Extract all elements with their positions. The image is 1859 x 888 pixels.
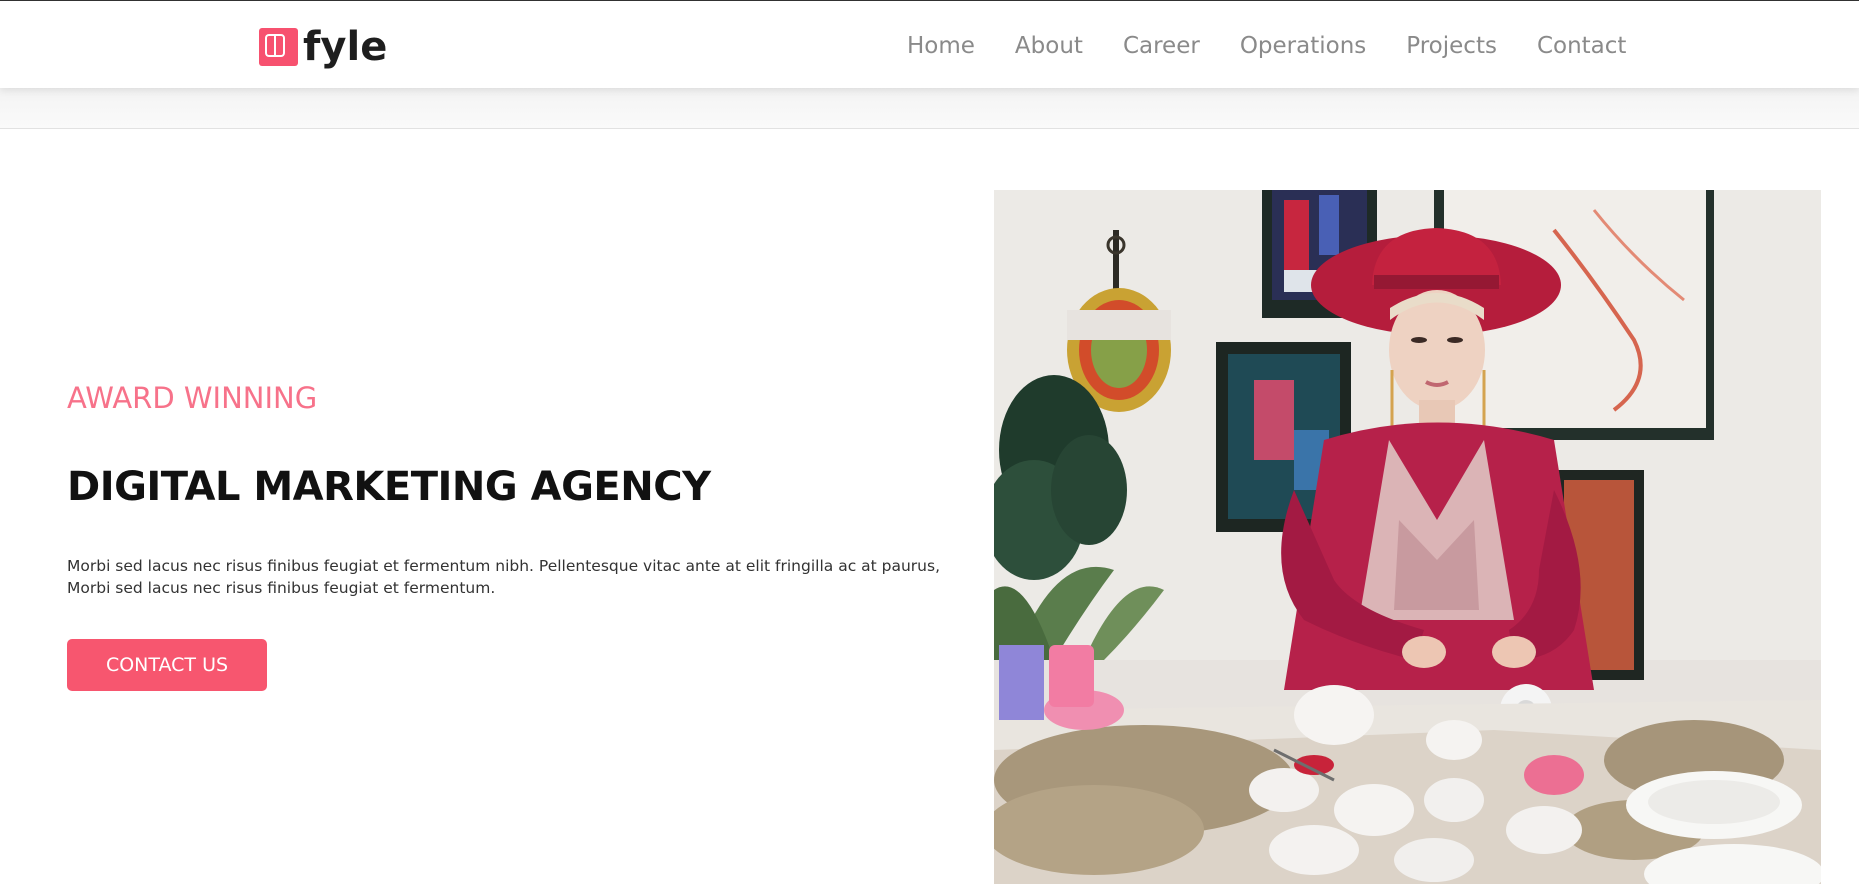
site-header: fyle Home About Career Operations Projec… (0, 1, 1859, 88)
logo-icon (259, 28, 298, 66)
hero-description: Morbi sed lacus nec risus finibus feugia… (67, 557, 941, 597)
nav-projects[interactable]: Projects (1406, 31, 1497, 61)
nav-contact[interactable]: Contact (1537, 31, 1626, 61)
hero-photo-illustration (994, 190, 1821, 884)
hero-title: DIGITAL MARKETING AGENCY (67, 464, 711, 510)
contact-us-button[interactable]: CONTACT US (67, 639, 267, 691)
site-logo[interactable]: fyle (259, 27, 387, 67)
nav-operations[interactable]: Operations (1240, 31, 1366, 61)
hero-text: AWARD WINNING DIGITAL MARKETING AGENCY M… (67, 380, 947, 691)
hero-photo (994, 190, 1821, 884)
main-nav: Home About Career Operations Projects Co… (907, 31, 1626, 61)
logo-text: fyle (303, 24, 388, 70)
hero-kicker: AWARD WINNING (67, 381, 318, 415)
nav-about[interactable]: About (1015, 31, 1083, 61)
nav-career[interactable]: Career (1123, 31, 1200, 61)
nav-home[interactable]: Home (907, 31, 975, 61)
header-sub-bar (0, 88, 1859, 129)
